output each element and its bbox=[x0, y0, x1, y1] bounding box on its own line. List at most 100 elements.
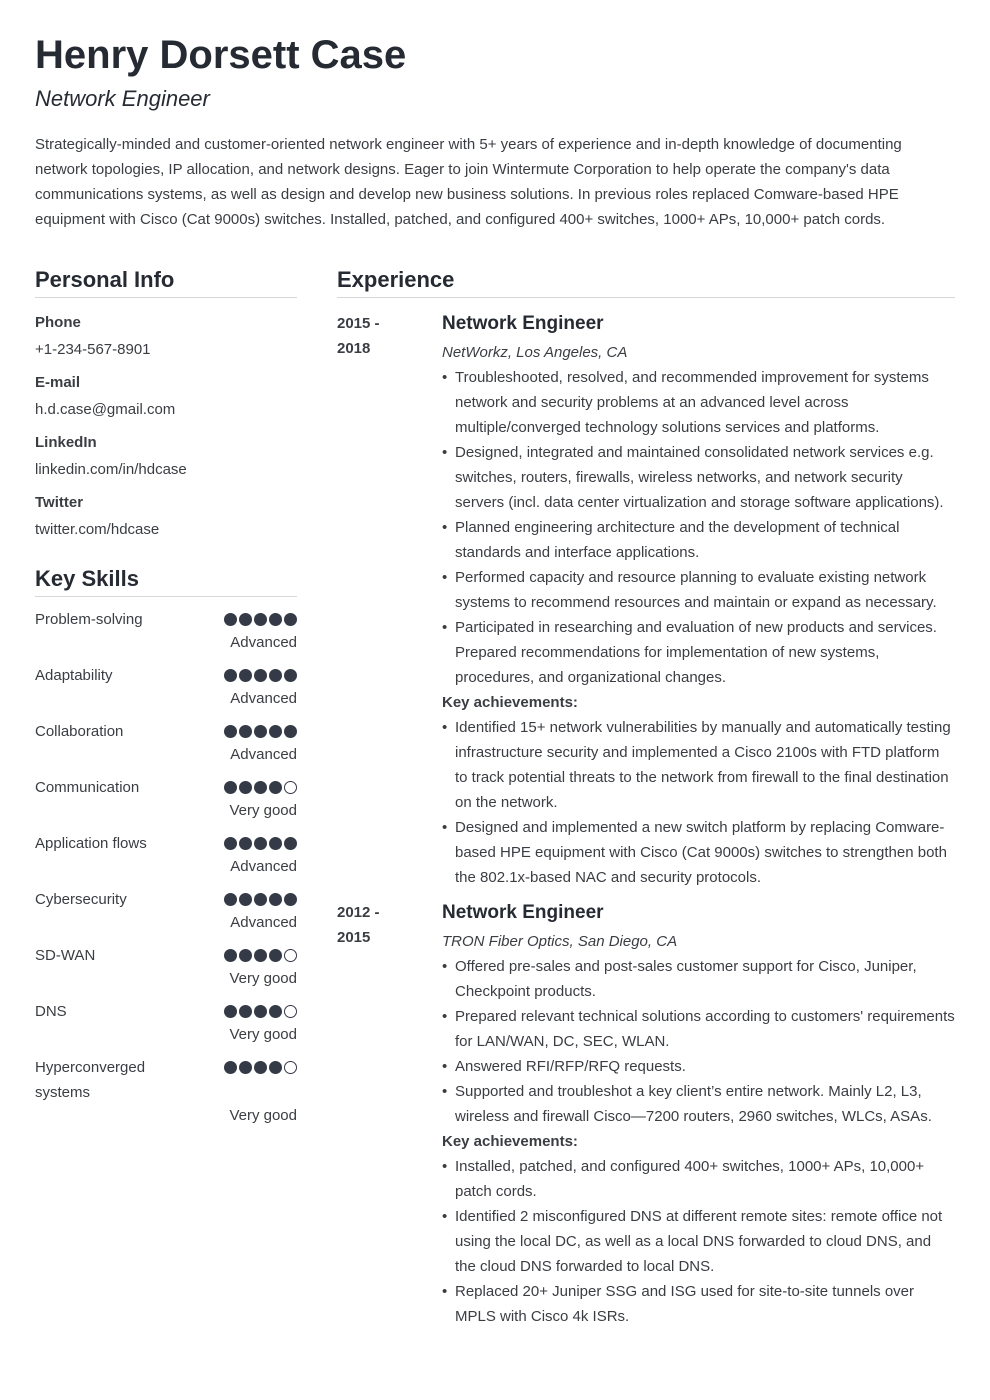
filled-dot-icon bbox=[254, 1061, 267, 1074]
phone-value: +1-234-567-8901 bbox=[35, 341, 151, 358]
skill-rating bbox=[224, 781, 297, 794]
job-dates: 2015 - 2018 bbox=[337, 315, 380, 357]
skill-level: Very good bbox=[229, 1107, 297, 1124]
job-company: TRON Fiber Optics, San Diego, CA bbox=[442, 933, 678, 950]
jobs-list: 2015 - 2018 Network Engineer NetWorkz, Los… bbox=[337, 311, 955, 1329]
skill-rating bbox=[224, 725, 297, 738]
skill-name: Collaboration bbox=[35, 723, 124, 740]
skill-row: Adaptability Advanced bbox=[35, 663, 297, 710]
skill-level: Very good bbox=[229, 1026, 297, 1043]
job-title: Network Engineer bbox=[442, 313, 604, 334]
info-label: E-mail bbox=[35, 374, 81, 391]
responsibility-item: Participated in researching and evaluati… bbox=[442, 615, 955, 690]
filled-dot-icon bbox=[284, 725, 297, 738]
filled-dot-icon bbox=[254, 613, 267, 626]
responsibility-item: Supported and troubleshot a key client’s… bbox=[442, 1079, 955, 1129]
filled-dot-icon bbox=[224, 781, 237, 794]
skill-row: SD-WAN Very good bbox=[35, 943, 297, 990]
info-item-linkedin: LinkedIn linkedin.com/in/hdcase bbox=[35, 430, 297, 482]
empty-dot-icon bbox=[284, 1005, 297, 1018]
filled-dot-icon bbox=[239, 837, 252, 850]
info-label: Phone bbox=[35, 314, 81, 331]
filled-dot-icon bbox=[254, 1005, 267, 1018]
skill-rating bbox=[224, 1061, 297, 1074]
skill-name: Cybersecurity bbox=[35, 891, 127, 908]
filled-dot-icon bbox=[284, 613, 297, 626]
skills-list: Problem-solving Advanced Adaptability Advan… bbox=[35, 607, 297, 1127]
filled-dot-icon bbox=[239, 893, 252, 906]
skill-level: Advanced bbox=[230, 634, 297, 651]
summary-paragraph: Strategically-minded and customer-orient… bbox=[35, 136, 902, 228]
skill-level: Advanced bbox=[230, 914, 297, 931]
job-title: Network Engineer bbox=[442, 902, 604, 923]
job-body: Network Engineer TRON Fiber Optics, San D… bbox=[442, 900, 955, 1329]
skill-rating bbox=[224, 613, 297, 626]
info-label: LinkedIn bbox=[35, 434, 97, 451]
job-entry: 2015 - 2018 Network Engineer NetWorkz, Los… bbox=[337, 311, 955, 890]
skill-name: Communication bbox=[35, 779, 140, 796]
skill-row: Communication Very good bbox=[35, 775, 297, 822]
skill-rating bbox=[224, 1005, 297, 1018]
skill-level: Advanced bbox=[230, 858, 297, 875]
filled-dot-icon bbox=[224, 949, 237, 962]
key-skills-heading: Key Skills bbox=[35, 564, 297, 597]
skill-level: Very good bbox=[229, 802, 297, 819]
skill-name: Hyperconverged systems bbox=[35, 1059, 146, 1101]
skill-name: Problem-solving bbox=[35, 611, 143, 628]
responsibility-item: Answered RFI/RFP/RFQ requests. bbox=[442, 1054, 955, 1079]
skill-rating bbox=[224, 893, 297, 906]
skill-row: Hyperconverged systems Very good bbox=[35, 1055, 297, 1127]
filled-dot-icon bbox=[239, 725, 252, 738]
filled-dot-icon bbox=[239, 781, 252, 794]
candidate-name: Henry Dorsett Case bbox=[35, 33, 407, 77]
empty-dot-icon bbox=[284, 1061, 297, 1074]
filled-dot-icon bbox=[284, 837, 297, 850]
responsibilities-list: Troubleshooted, resolved, and recommende… bbox=[442, 365, 955, 690]
filled-dot-icon bbox=[269, 725, 282, 738]
skill-row: DNS Very good bbox=[35, 999, 297, 1046]
skill-name: Application flows bbox=[35, 835, 147, 852]
responsibility-item: Performed capacity and resource planning… bbox=[442, 565, 955, 615]
filled-dot-icon bbox=[269, 1061, 282, 1074]
skill-row: Cybersecurity Advanced bbox=[35, 887, 297, 934]
achievements-list: Installed, patched, and configured 400+ … bbox=[442, 1154, 955, 1329]
job-body: Network Engineer NetWorkz, Los Angeles, C… bbox=[442, 311, 955, 890]
filled-dot-icon bbox=[224, 669, 237, 682]
achievements-list: Identified 15+ network vulnerabilities b… bbox=[442, 715, 955, 890]
achievement-item: Replaced 20+ Juniper SSG and ISG used fo… bbox=[442, 1279, 955, 1329]
info-label: Twitter bbox=[35, 494, 84, 511]
filled-dot-icon bbox=[224, 725, 237, 738]
empty-dot-icon bbox=[284, 949, 297, 962]
filled-dot-icon bbox=[254, 669, 267, 682]
achievement-item: Identified 2 misconfigured DNS at differ… bbox=[442, 1204, 955, 1279]
filled-dot-icon bbox=[224, 613, 237, 626]
job-entry: 2012 - 2015 Network Engineer TRON Fiber Op… bbox=[337, 900, 955, 1329]
skill-level: Advanced bbox=[230, 690, 297, 707]
filled-dot-icon bbox=[269, 613, 282, 626]
info-item-twitter: Twitter twitter.com/hdcase bbox=[35, 490, 297, 542]
filled-dot-icon bbox=[224, 837, 237, 850]
filled-dot-icon bbox=[239, 613, 252, 626]
filled-dot-icon bbox=[239, 1061, 252, 1074]
filled-dot-icon bbox=[269, 949, 282, 962]
filled-dot-icon bbox=[254, 949, 267, 962]
info-item-email: E-mail h.d.case@gmail.com bbox=[35, 370, 297, 422]
responsibility-item: Planned engineering architecture and the… bbox=[442, 515, 955, 565]
filled-dot-icon bbox=[239, 949, 252, 962]
experience-heading: Experience bbox=[337, 265, 955, 298]
right-column: Experience 2015 - 2018 Network Engineer Ne… bbox=[337, 265, 955, 1329]
skill-row: Problem-solving Advanced bbox=[35, 607, 297, 654]
filled-dot-icon bbox=[254, 781, 267, 794]
left-column: Personal Info Phone +1-234-567-8901 E-ma… bbox=[35, 265, 297, 1136]
personal-info-heading: Personal Info bbox=[35, 265, 297, 298]
skill-rating bbox=[224, 949, 297, 962]
responsibilities-list: Offered pre-sales and post-sales custome… bbox=[442, 954, 955, 1129]
skill-rating bbox=[224, 669, 297, 682]
responsibility-item: Designed, integrated and maintained cons… bbox=[442, 440, 955, 515]
email-value: h.d.case@gmail.com bbox=[35, 401, 176, 418]
responsibility-item: Offered pre-sales and post-sales custome… bbox=[442, 954, 955, 1004]
filled-dot-icon bbox=[269, 893, 282, 906]
empty-dot-icon bbox=[284, 781, 297, 794]
job-dates: 2012 - 2015 bbox=[337, 904, 380, 946]
skill-level: Advanced bbox=[230, 746, 297, 763]
